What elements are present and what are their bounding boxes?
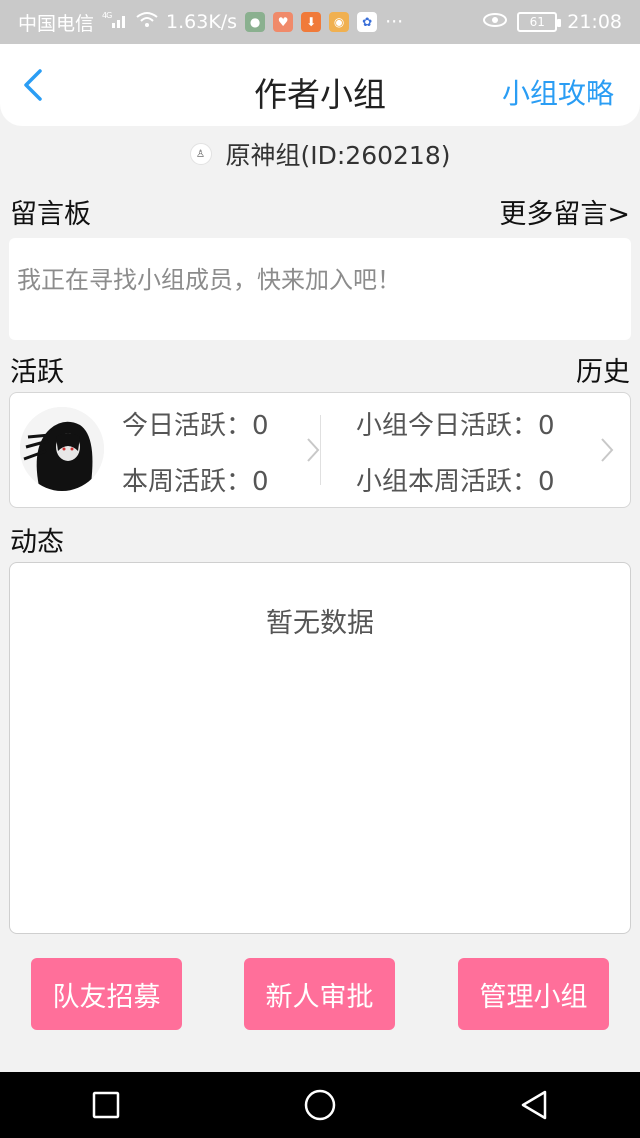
battery-icon: 61 (517, 12, 562, 32)
group-avatar-icon: ♙ (189, 143, 212, 165)
more-messages-link[interactable]: 更多留言> (499, 192, 630, 231)
status-bar: 中国电信 4G 1.63K/s ● ♥ ⬇ ◉ ✿ ··· 61 21:08 (0, 0, 640, 44)
avatar (20, 407, 104, 491)
status-right: 61 21:08 (483, 11, 622, 33)
recents-icon[interactable] (91, 1090, 121, 1120)
network-speed: 1.63K/s (166, 11, 238, 33)
activity-card[interactable]: 今日活跃：0 本周活跃：0 小组今日活跃：0 小组本周活跃：0 (9, 392, 631, 508)
shield-app-icon: ● (245, 12, 266, 32)
chevron-right-icon (601, 438, 614, 462)
status-left: 中国电信 4G 1.63K/s ● ♥ ⬇ ◉ ✿ ··· (18, 9, 483, 36)
eye-icon (483, 11, 508, 33)
activity-header: 活跃 历史 (10, 350, 630, 389)
activity-label: 活跃 (10, 357, 64, 388)
group-guide-link[interactable]: 小组攻略 (502, 72, 614, 112)
home-icon[interactable] (303, 1088, 337, 1122)
chevron-right-icon (307, 438, 320, 462)
recruit-button[interactable]: 队友招募 (31, 958, 182, 1030)
chat-app-icon: ◉ (329, 12, 350, 32)
feed-list: 暂无数据 (9, 562, 631, 934)
message-board-content[interactable]: 我正在寻找小组成员，快来加入吧！ (9, 238, 631, 340)
group-week-activity: 小组本周活跃：0 (356, 467, 555, 497)
back-nav-icon[interactable] (519, 1089, 549, 1121)
group-today-activity: 小组今日活跃：0 (356, 411, 555, 441)
more-notifications: ··· (385, 11, 404, 33)
paw-app-icon: ✿ (357, 12, 378, 32)
feed-label: 动态 (10, 527, 64, 558)
week-activity: 本周活跃：0 (122, 467, 269, 497)
message-board-label: 留言板 (10, 199, 91, 230)
svg-text:4G: 4G (102, 11, 112, 20)
today-activity: 今日活跃：0 (122, 411, 269, 441)
wifi-icon (136, 11, 158, 34)
heart-app-icon: ♥ (273, 12, 294, 32)
signal-icon: 4G (102, 11, 128, 33)
group-info: ♙ 原神组(ID:260218) (0, 132, 640, 176)
clock: 21:08 (567, 11, 622, 33)
history-link[interactable]: 历史 (576, 350, 630, 389)
system-nav-bar (0, 1072, 640, 1138)
divider (320, 415, 321, 485)
approve-button[interactable]: 新人审批 (244, 958, 395, 1030)
carrier-text: 中国电信 (18, 12, 95, 35)
feed-header: 动态 (10, 520, 630, 559)
download-app-icon: ⬇ (301, 12, 322, 32)
manage-group-button[interactable]: 管理小组 (458, 958, 609, 1030)
group-name: 原神组(ID:260218) (225, 141, 451, 170)
message-board-header: 留言板 更多留言> (10, 192, 630, 231)
empty-state: 暂无数据 (266, 608, 374, 639)
app-header: 作者小组 小组攻略 (0, 44, 640, 126)
